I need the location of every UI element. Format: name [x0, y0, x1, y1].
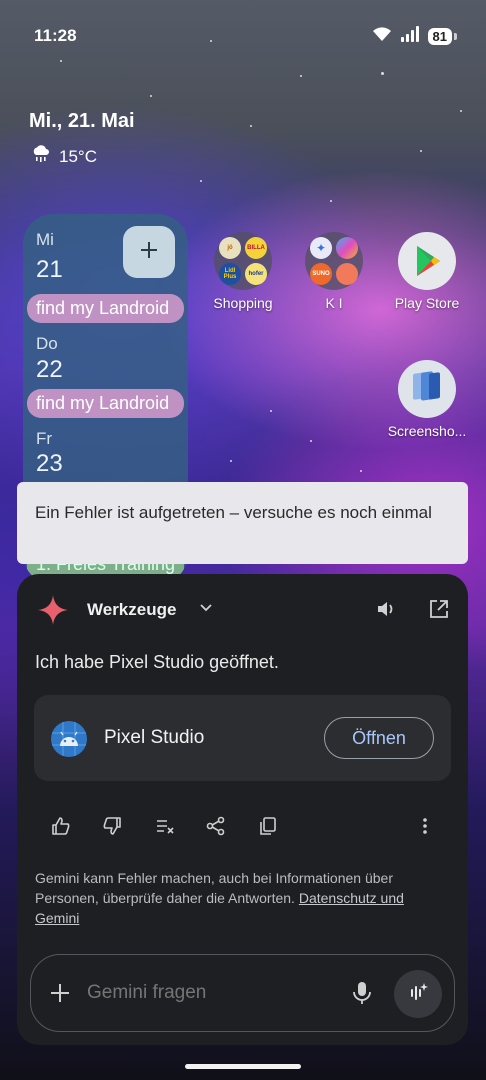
- prompt-input-box: [30, 954, 455, 1032]
- add-attachment-icon[interactable]: [48, 981, 72, 1010]
- calendar-day-number: 21: [36, 256, 63, 283]
- response-message: Ich habe Pixel Studio geöffnet.: [35, 652, 279, 672]
- more-options-icon[interactable]: [413, 814, 437, 838]
- open-external-icon[interactable]: [428, 598, 450, 625]
- live-mode-button[interactable]: [394, 970, 442, 1018]
- play-store-icon: [398, 232, 456, 290]
- copy-icon[interactable]: [256, 814, 280, 838]
- date-widget[interactable]: Mi., 21. Mai: [29, 110, 135, 133]
- calendar-day-number: 22: [36, 356, 63, 383]
- prompt-input[interactable]: [87, 982, 327, 1004]
- jo-app-icon: jö: [219, 237, 241, 259]
- calendar-day-number: 23: [36, 450, 63, 477]
- pixel-studio-icon: [51, 721, 87, 757]
- calendar-day-name: Do: [36, 334, 58, 353]
- clock: 11:28: [34, 26, 77, 45]
- modify-response-icon[interactable]: [153, 814, 177, 838]
- play-store-app[interactable]: Play Store: [382, 232, 472, 311]
- perplexity-app-icon: [336, 263, 358, 285]
- gemini-spark-icon: [37, 594, 69, 631]
- screenshots-app[interactable]: Screensho...: [382, 360, 472, 439]
- calendar-day-name: Mi: [36, 230, 54, 249]
- battery-indicator: 81: [427, 28, 458, 45]
- screenshots-icon: [398, 360, 456, 418]
- open-app-button[interactable]: Öffnen: [324, 717, 434, 759]
- app-result-title: Pixel Studio: [104, 727, 205, 748]
- thumbs-up-icon[interactable]: [49, 814, 73, 838]
- billa-app-icon: BILLA: [245, 237, 267, 259]
- hofer-app-icon: hofer: [245, 263, 267, 285]
- app-label: K I: [325, 295, 343, 311]
- app-result-card: Pixel Studio Öffnen: [34, 695, 451, 781]
- chevron-down-icon[interactable]: [198, 599, 214, 620]
- microphone-icon[interactable]: [351, 980, 373, 1011]
- ki-folder[interactable]: ✦ SUNO K I: [289, 232, 379, 311]
- status-icons: 81: [372, 26, 458, 47]
- lidl-plus-app-icon: Lidl Plus: [219, 263, 241, 285]
- signal-icon: [400, 26, 420, 47]
- response-actions: [17, 814, 468, 838]
- gemini-app-icon: ✦: [310, 237, 332, 259]
- sheet-header: Werkzeuge: [17, 594, 468, 625]
- calendar-day-name: Fr: [36, 429, 53, 448]
- gemini-overlay: Werkzeuge Ich habe Pixel Studio geöffnet…: [17, 574, 468, 1045]
- disclaimer: Gemini kann Fehler machen, auch bei Info…: [35, 868, 445, 928]
- plus-icon: [139, 240, 159, 265]
- error-toast: Ein Fehler ist aufgetreten – versuche es…: [17, 482, 468, 564]
- app-label: Play Store: [394, 295, 460, 311]
- share-icon[interactable]: [204, 814, 228, 838]
- calendar-event[interactable]: find my Landroid: [27, 389, 184, 418]
- tools-dropdown-label[interactable]: Werkzeuge: [87, 600, 176, 620]
- wifi-icon: [372, 26, 392, 47]
- thumbs-down-icon[interactable]: [100, 814, 124, 838]
- folder-icon: ✦ SUNO: [305, 232, 363, 290]
- calendar-event[interactable]: find my Landroid: [27, 294, 184, 323]
- folder-icon: jö BILLA Lidl Plus hofer: [214, 232, 272, 290]
- app-label: Shopping: [213, 295, 273, 311]
- rain-cloud-icon: [31, 145, 51, 168]
- status-bar: 11:28 81: [0, 0, 486, 70]
- weather-widget[interactable]: 15°C: [31, 145, 97, 168]
- add-event-button[interactable]: [123, 226, 175, 278]
- live-waveform-icon: [407, 981, 429, 1008]
- speaker-icon[interactable]: [375, 598, 397, 625]
- app-label: Screensho...: [387, 423, 467, 439]
- shopping-folder[interactable]: jö BILLA Lidl Plus hofer Shopping: [198, 232, 288, 311]
- home-indicator[interactable]: [185, 1064, 301, 1069]
- temperature: 15°C: [59, 146, 97, 166]
- suno-app-icon: SUNO: [310, 263, 332, 285]
- copilot-app-icon: [336, 237, 358, 259]
